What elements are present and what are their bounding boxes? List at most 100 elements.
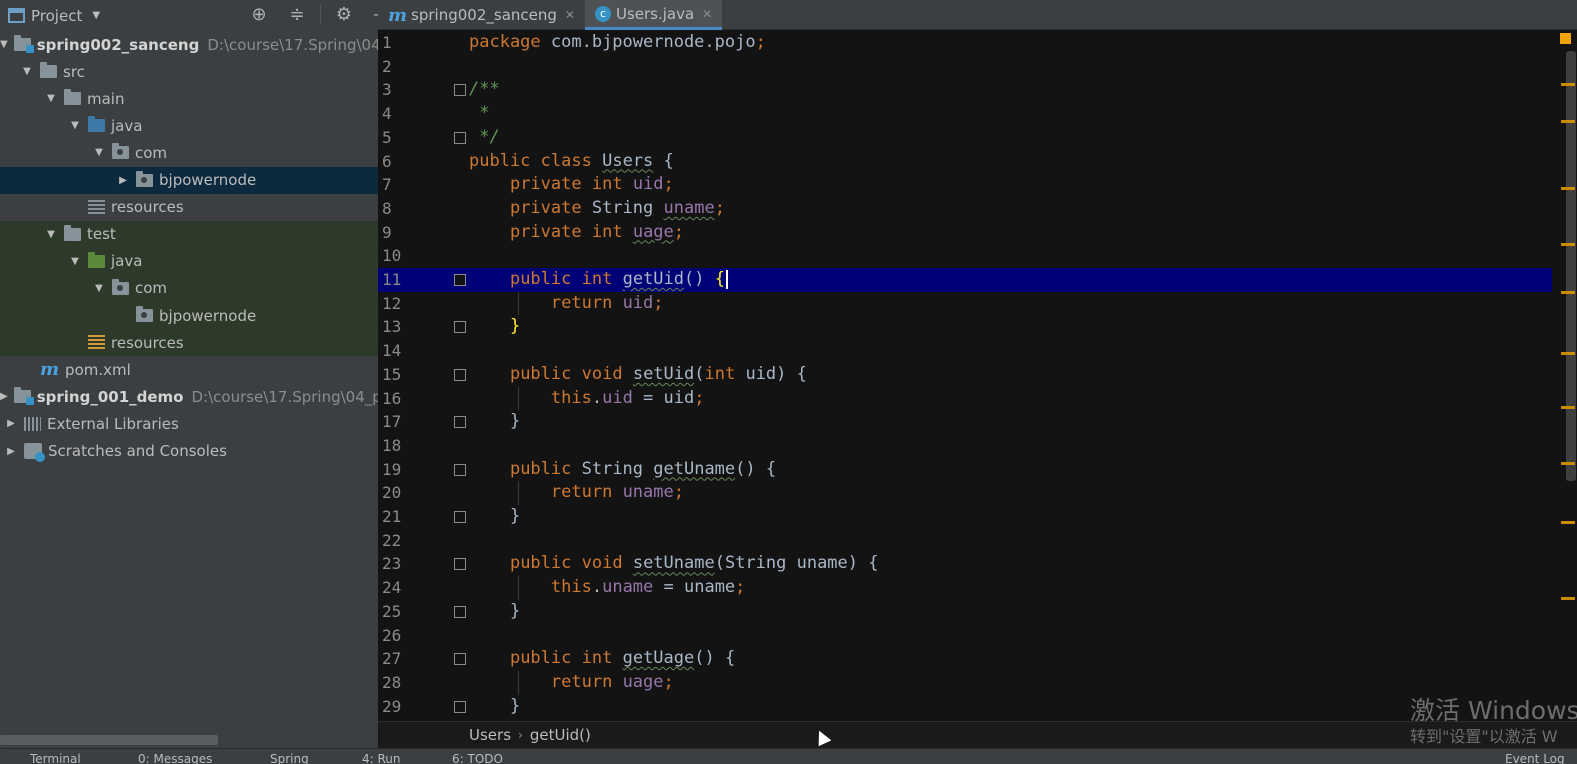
code-line[interactable]: 16 this.uid = uid; (378, 386, 1552, 411)
code-line[interactable]: 8 private String uname; (378, 197, 1552, 221)
code-editor[interactable]: 1 package com.bjpowernode.pojo; 2 3/** 4 * 5 … (378, 31, 1558, 721)
warning-marker[interactable] (1561, 406, 1575, 409)
code-line[interactable]: 7 private int uid; (378, 173, 1552, 197)
tab-users-java[interactable]: c Users.java ✕ (584, 0, 723, 30)
code-line[interactable]: 22 (378, 529, 1552, 553)
fold-marker-icon[interactable] (454, 511, 466, 523)
code-line[interactable]: 23 public void setUname(String uname) { (378, 552, 1552, 576)
code-line[interactable]: 11 public int getUid() { (378, 268, 1552, 292)
code-line[interactable]: 13 } (378, 315, 1552, 339)
breadcrumb-class[interactable]: Users (469, 726, 511, 744)
vertical-scrollbar[interactable] (1566, 51, 1576, 481)
tree-item-spring-001-demo[interactable]: ▶ spring_001_demo D:\course\17.Spring\04_p… (0, 383, 378, 410)
expand-arrow-right-icon[interactable]: ▶ (116, 175, 130, 186)
warning-marker[interactable] (1561, 521, 1575, 524)
fold-marker-icon[interactable] (454, 321, 466, 334)
tree-item-bjpowernode[interactable]: ▶ bjpowernode (0, 166, 378, 194)
expand-arrow-down-icon[interactable]: ▼ (44, 229, 58, 240)
todo-button[interactable]: 6: TODO (452, 752, 503, 764)
close-icon[interactable]: ✕ (702, 7, 712, 21)
fold-marker-icon[interactable] (454, 416, 466, 429)
inspection-status-icon[interactable] (1560, 33, 1571, 44)
warning-marker[interactable] (1561, 291, 1575, 294)
fold-marker-icon[interactable] (454, 274, 466, 286)
collapse-icon[interactable]: ≑ (278, 4, 316, 26)
tree-item-spring002-sanceng[interactable]: ▼ spring002_sanceng D:\course\17.Spring\04… (0, 31, 378, 58)
expand-arrow-right-icon[interactable]: ▶ (0, 391, 8, 402)
expand-arrow-down-icon[interactable]: ▼ (0, 39, 8, 50)
code-line[interactable]: 21 } (378, 505, 1552, 529)
warning-marker[interactable] (1561, 120, 1575, 123)
expand-arrow-down-icon[interactable]: ▼ (20, 66, 34, 77)
spring-button[interactable]: Spring (270, 752, 309, 764)
expand-arrow-right-icon[interactable]: ▶ (4, 446, 18, 457)
tree-item-scratches-and-consoles[interactable]: ▶ Scratches and Consoles (0, 438, 378, 465)
code-line[interactable]: 15 public void setUid(int uid) { (378, 363, 1552, 387)
tree-item-src[interactable]: ▼ src (0, 58, 378, 85)
code-line[interactable]: 6 public class Users { (378, 150, 1552, 174)
code-line[interactable]: 10 (378, 244, 1552, 268)
tree-item-test[interactable]: ▼ test (0, 220, 378, 248)
tab-spring002-sanceng[interactable]: m spring002_sanceng ✕ (378, 0, 585, 30)
code-line[interactable]: 2 (378, 55, 1552, 79)
code-line[interactable]: 24 this.uname = uname; (378, 576, 1552, 600)
expand-arrow-down-icon[interactable]: ▼ (44, 93, 58, 104)
code-line[interactable]: 29 } (378, 695, 1552, 719)
code-line[interactable]: 12 return uid; (378, 291, 1552, 316)
expand-arrow-right-icon[interactable]: ▶ (4, 418, 18, 429)
gear-icon[interactable]: ⚙ (325, 4, 363, 26)
warning-marker[interactable] (1561, 187, 1575, 190)
error-stripe[interactable] (1558, 31, 1577, 721)
fold-marker-icon[interactable] (454, 368, 466, 381)
tree-item-pom-xml[interactable]: m pom.xml (0, 356, 378, 383)
code-line[interactable]: 3 /** (378, 78, 1552, 102)
code-line[interactable]: 25 } (378, 600, 1552, 624)
code-line[interactable]: 27 public int getUage() { (378, 647, 1552, 671)
tree-item-external-libraries[interactable]: ▶ External Libraries (0, 410, 378, 437)
event-log-button[interactable]: Event Log (1505, 752, 1565, 764)
expand-arrow-down-icon[interactable]: ▼ (68, 256, 82, 267)
expand-arrow-down-icon[interactable]: ▼ (68, 120, 82, 131)
tree-item-main[interactable]: ▼ main (0, 85, 378, 112)
horizontal-scrollbar[interactable] (0, 735, 218, 745)
expand-arrow-down-icon[interactable]: ▼ (92, 283, 106, 294)
code-line[interactable]: 20 return uname; (378, 481, 1552, 505)
target-icon[interactable]: ⊕ (240, 4, 278, 26)
warning-marker[interactable] (1561, 462, 1575, 465)
code-line[interactable]: 17 } (378, 410, 1552, 434)
code-line[interactable]: 4 * (378, 102, 1552, 126)
fold-marker-icon[interactable] (454, 131, 466, 144)
fold-marker-icon[interactable] (454, 700, 466, 713)
fold-marker-icon[interactable] (454, 605, 466, 618)
code-line[interactable]: 5 */ (378, 126, 1552, 150)
terminal-button[interactable]: Terminal (30, 752, 81, 764)
minimize-icon[interactable]: — (363, 4, 378, 26)
fold-marker-icon[interactable] (454, 463, 466, 476)
fold-marker-icon[interactable] (454, 653, 466, 666)
warning-marker[interactable] (1561, 243, 1575, 246)
code-line[interactable]: 9 private int uage; (378, 221, 1552, 245)
project-title[interactable]: Project (31, 7, 82, 25)
tree-item-java[interactable]: ▼ java (0, 112, 378, 139)
tree-item-com[interactable]: ▼ com (0, 139, 378, 166)
tree-item-com[interactable]: ▼ com (0, 274, 378, 302)
close-icon[interactable]: ✕ (565, 8, 575, 22)
code-line[interactable]: 1 package com.bjpowernode.pojo; (378, 31, 1552, 55)
run-button[interactable]: 4: Run (362, 752, 401, 764)
code-line[interactable]: 14 (378, 339, 1552, 363)
fold-marker-icon[interactable] (454, 84, 466, 97)
code-line[interactable]: 19 public String getUname() { (378, 458, 1552, 482)
tree-item-java[interactable]: ▼ java (0, 247, 378, 275)
warning-marker[interactable] (1561, 83, 1575, 86)
expand-arrow-down-icon[interactable]: ▼ (92, 147, 106, 158)
code-line[interactable]: 18 (378, 434, 1552, 458)
code-line[interactable]: 28 return uage; (378, 670, 1552, 695)
tree-item-bjpowernode[interactable]: bjpowernode (0, 302, 378, 329)
breadcrumb-method[interactable]: getUid() (530, 726, 591, 744)
warning-marker[interactable] (1561, 352, 1575, 355)
chevron-down-icon[interactable]: ▼ (92, 10, 100, 21)
warning-marker[interactable] (1561, 597, 1575, 600)
fold-marker-icon[interactable] (454, 558, 466, 571)
code-line[interactable]: 26 (378, 624, 1552, 648)
tree-item-resources[interactable]: resources (0, 329, 378, 357)
